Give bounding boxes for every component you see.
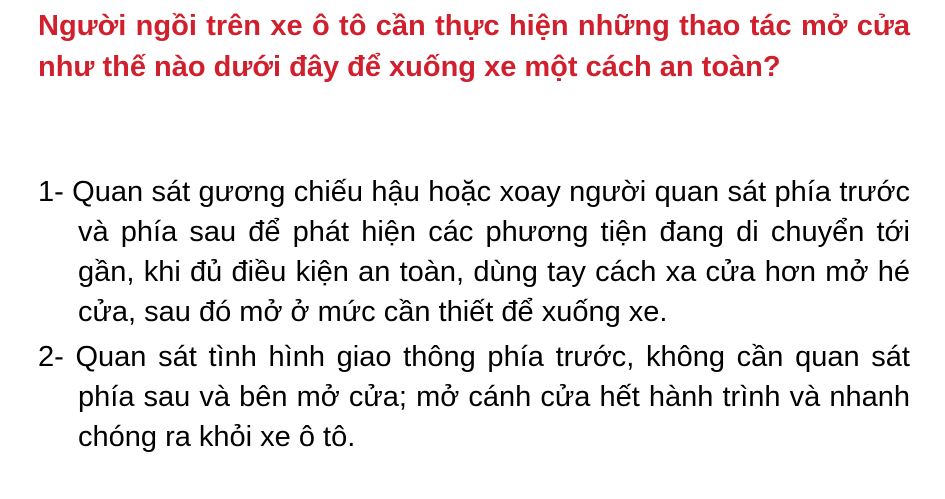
answer-option-2[interactable]: 2- Quan sát tình hình giao thông phía tr… xyxy=(38,337,910,457)
answer-option-1[interactable]: 1- Quan sát gương chiếu hậu hoặc xoay ng… xyxy=(38,172,910,332)
answer-options-list: 1- Quan sát gương chiếu hậu hoặc xoay ng… xyxy=(38,172,910,462)
question-text: Người ngồi trên xe ô tô cần thực hiện nh… xyxy=(38,10,910,83)
